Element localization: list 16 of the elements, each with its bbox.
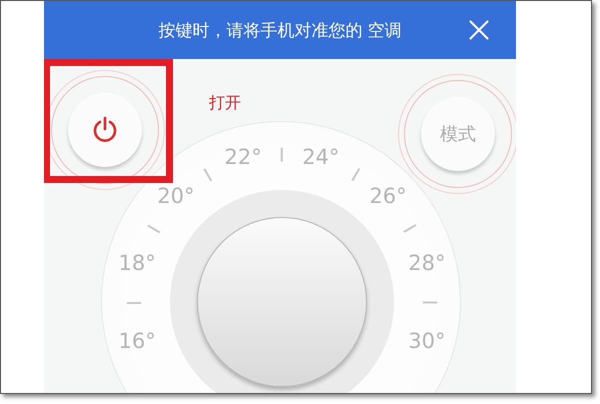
temperature-label: 28° bbox=[408, 251, 446, 276]
temperature-label: 16° bbox=[118, 328, 156, 353]
temperature-label: 26° bbox=[369, 184, 407, 208]
dial-tick bbox=[281, 148, 283, 162]
mode-button[interactable]: 模式 bbox=[421, 97, 495, 171]
dial-tick bbox=[127, 302, 141, 304]
power-button[interactable] bbox=[68, 93, 142, 167]
power-icon bbox=[92, 116, 118, 144]
temperature-label: 24° bbox=[302, 145, 340, 170]
temperature-label: 22° bbox=[224, 145, 262, 170]
header-title: 按键时，请将手机对准您的 空调 bbox=[158, 20, 402, 42]
temperature-label: 20° bbox=[157, 184, 195, 208]
temperature-label: 30° bbox=[408, 328, 446, 353]
dial-tick bbox=[423, 302, 437, 304]
power-label: 打开 bbox=[209, 93, 241, 114]
temperature-label: 18° bbox=[118, 251, 156, 276]
